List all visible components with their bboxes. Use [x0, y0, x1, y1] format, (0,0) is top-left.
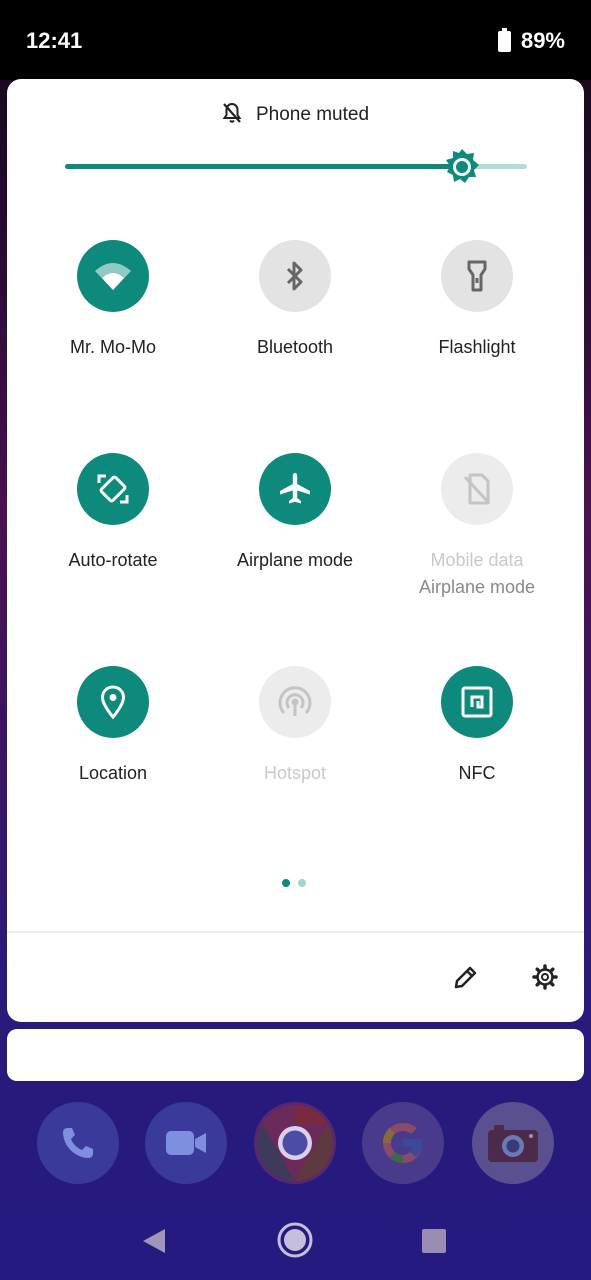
divider [7, 931, 584, 933]
battery-icon [497, 27, 511, 52]
tile-airplane[interactable]: Airplane mode [205, 453, 385, 571]
flashlight-toggle[interactable] [441, 240, 513, 312]
location-icon [100, 685, 126, 720]
bluetooth-icon [286, 261, 303, 291]
pencil-icon [454, 966, 477, 989]
bell-off-icon [222, 102, 242, 129]
bluetooth-toggle[interactable] [259, 240, 331, 312]
battery-percent: 89% [520, 28, 565, 53]
wifi-icon [95, 263, 131, 290]
tile-flashlight[interactable]: Flashlight [387, 240, 567, 358]
brightness-fill [65, 164, 463, 169]
tile-wifi[interactable]: Mr. Mo-Mo [23, 240, 203, 358]
dock-duo[interactable] [145, 1102, 227, 1184]
page-dot-active[interactable] [282, 879, 290, 887]
home-circle-icon [277, 1222, 313, 1258]
tile-label-hotspot: Hotspot [263, 763, 327, 783]
duo-video-app-icon [166, 1131, 206, 1155]
status-bar: 12:41 89% [0, 0, 591, 80]
camera-app-icon [488, 1125, 538, 1162]
chrome-app-icon [256, 1104, 334, 1182]
mobile-data-toggle[interactable] [441, 453, 513, 525]
phone-app-icon [63, 1128, 93, 1158]
dock-phone[interactable] [37, 1102, 119, 1184]
tile-bluetooth[interactable]: Bluetooth [205, 240, 385, 358]
google-app-icon [383, 1123, 422, 1163]
hotspot-icon [278, 686, 312, 716]
mute-text: Phone muted [255, 104, 370, 125]
nav-back-button[interactable] [141, 1227, 167, 1255]
auto-rotate-toggle[interactable] [77, 453, 149, 525]
dock-chrome[interactable] [254, 1102, 336, 1184]
tile-auto-rotate[interactable]: Auto-rotate [23, 453, 203, 571]
location-toggle[interactable] [77, 666, 149, 738]
auto-rotate-icon [97, 474, 129, 504]
edit-button[interactable] [452, 963, 480, 991]
tile-label-airplane: Airplane mode [236, 550, 354, 570]
gear-icon [532, 964, 558, 990]
tile-label-mobile-data: Mobile data [430, 550, 524, 570]
tile-label-bluetooth: Bluetooth [256, 337, 334, 357]
page-indicator [282, 879, 306, 887]
tile-hotspot[interactable]: Hotspot [205, 666, 385, 784]
tile-location[interactable]: Location [23, 666, 203, 784]
nfc-toggle[interactable] [441, 666, 513, 738]
tile-label-wifi: Mr. Mo-Mo [69, 337, 156, 357]
mobile-data-off-icon [463, 473, 491, 505]
settings-button[interactable] [531, 963, 559, 991]
tile-label-flashlight: Flashlight [438, 337, 516, 357]
status-right: 89% [497, 27, 565, 54]
nav-home-button[interactable] [277, 1222, 313, 1258]
notification-card[interactable] [7, 1029, 584, 1081]
tile-sublabel-mobile-data: Airplane mode [418, 577, 536, 597]
mute-indicator[interactable]: Phone muted [7, 101, 584, 129]
tile-label-location: Location [78, 763, 148, 783]
quick-settings-panel: Phone muted Mr. Mo-Mo Bluetooth Flashlig… [7, 79, 584, 1022]
tile-nfc[interactable]: NFC [387, 666, 567, 784]
dock-google[interactable] [362, 1102, 444, 1184]
wifi-toggle[interactable] [77, 240, 149, 312]
brightness-thumb[interactable] [442, 147, 482, 187]
nav-recents-button[interactable] [422, 1229, 446, 1253]
flashlight-icon [467, 260, 487, 292]
tile-label-auto-rotate: Auto-rotate [68, 550, 158, 570]
nfc-icon [461, 686, 493, 718]
tile-mobile-data[interactable]: Mobile data Airplane mode [387, 453, 567, 598]
brightness-slider[interactable] [65, 149, 527, 183]
dock-camera[interactable] [472, 1102, 554, 1184]
page-dot-inactive[interactable] [298, 879, 306, 887]
airplane-toggle[interactable] [259, 453, 331, 525]
hotspot-toggle[interactable] [259, 666, 331, 738]
tile-label-nfc: NFC [458, 763, 496, 783]
airplane-icon [280, 473, 310, 504]
status-time: 12:41 [26, 28, 83, 53]
back-triangle-icon [143, 1229, 165, 1253]
